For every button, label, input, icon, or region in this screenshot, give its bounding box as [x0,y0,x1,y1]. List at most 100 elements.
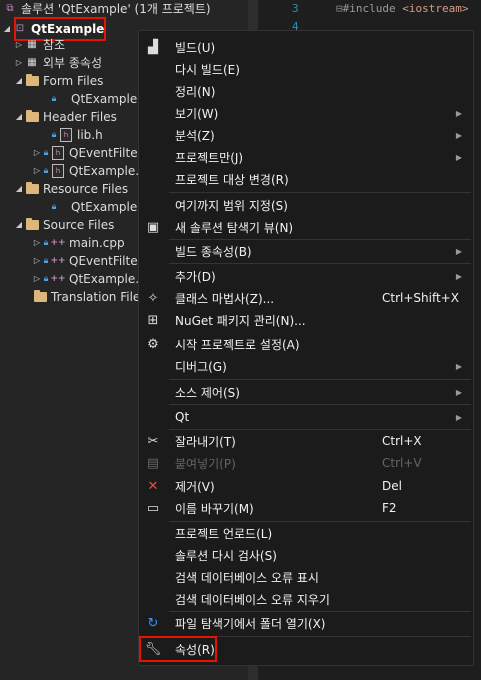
menu-item-label: 붙여넣기(P) [175,456,236,471]
line-number: 3 [292,2,299,15]
tree-item-file[interactable]: 🔒︎ h lib.h [50,126,103,144]
tree-item-label: QtExample. [71,92,142,106]
menu-shortcut: Ctrl+V [382,456,422,470]
menu-item-label: 프로젝트 언로드(L) [175,526,273,541]
tree-item-label: lib.h [77,128,103,142]
tree-item-external-deps[interactable]: ▷ ▦ 외부 종속성 [14,54,102,72]
menu-separator [169,379,471,380]
expand-arrow-icon[interactable]: ▷ [32,270,42,288]
tree-item-file[interactable]: 🔒︎ QtExample. [50,90,141,108]
menu-item-rename[interactable]: ▭ 이름 바꾸기(M) F2 [140,497,472,519]
menu-item-clear-db-errors[interactable]: 검색 데이터베이스 오류 지우기 [140,588,472,610]
expand-arrow-icon[interactable]: ▷ [14,54,24,72]
remove-icon: ✕ [147,478,159,494]
menu-item-label: 파일 탐색기에서 폴더 열기(X) [175,616,326,631]
references-icon: ▦ [27,39,37,50]
lock-icon: 🔒︎ [43,274,49,284]
collapse-arrow-icon[interactable]: ◢ [14,72,24,90]
solution-row[interactable]: ⧉ 솔루션 'QtExample' (1개 프로젝트) [2,0,210,18]
gear-icon: ⚙ [147,336,159,352]
tree-item-label: 참조 [43,38,66,52]
code-line: ⊟#include <iostream> [336,2,468,15]
menu-item-label: 클래스 마법사(Z)... [175,291,275,306]
tree-item-label: QtExample. [69,164,140,178]
collapse-arrow-icon[interactable]: ◢ [2,20,12,38]
menu-item-label: 디버그(G) [175,359,227,374]
tree-item-label: Translation File [51,290,141,304]
lock-icon: 🔒︎ [43,148,49,158]
expand-arrow-icon[interactable]: ▷ [32,144,42,162]
lock-icon: 🔒︎ [51,202,57,212]
menu-item-label: NuGet 패키지 관리(N)... [175,313,306,328]
tree-item-label: Resource Files [43,182,129,196]
folder-icon [24,218,40,232]
menu-item-show-db-errors[interactable]: 검색 데이터베이스 오류 표시 [140,566,472,588]
menu-item-scope-to-this[interactable]: 여기까지 범위 지정(S) [140,194,472,216]
tree-item-label: QEventFilte [69,146,138,160]
folder-icon [24,182,40,196]
cpp-file-icon: ++ [50,238,66,248]
menu-item-retarget[interactable]: 프로젝트 대상 변경(R) [140,168,472,190]
menu-item-paste[interactable]: ▤ 붙여넣기(P) Ctrl+V [140,452,472,474]
tree-item-source-files[interactable]: ◢ Source Files [14,216,114,234]
menu-item-nuget[interactable]: ⊞ NuGet 패키지 관리(N)... [140,309,472,331]
header-file-icon: h [58,128,74,142]
expand-arrow-icon[interactable]: ▷ [32,162,42,180]
tree-item-file[interactable]: ▷ 🔒︎ ++ main.cpp [32,234,125,252]
fold-toggle-icon[interactable]: ⊟ [336,2,343,15]
menu-item-add[interactable]: 추가(D) ▶ [140,265,472,287]
menu-item-debug[interactable]: 디버그(G) ▶ [140,355,472,377]
lock-icon: 🔒︎ [51,94,57,104]
build-icon: ▟ [148,39,158,55]
collapse-arrow-icon[interactable]: ◢ [14,216,24,234]
menu-item-open-in-explorer[interactable]: ↻ 파일 탐색기에서 폴더 열기(X) [140,612,472,634]
menu-item-clean[interactable]: 정리(N) [140,80,472,102]
menu-item-class-wizard[interactable]: ✧ 클래스 마법사(Z)... Ctrl+Shift+X [140,287,472,309]
menu-item-qt[interactable]: Qt ▶ [140,406,472,428]
expand-arrow-icon[interactable]: ▷ [14,36,24,54]
menu-item-unload-project[interactable]: 프로젝트 언로드(L) [140,522,472,544]
menu-item-rebuild[interactable]: 다시 빌드(E) [140,58,472,80]
tree-item-references[interactable]: ▷ ▦ 참조 [14,36,65,54]
tree-item-file[interactable]: ▷ 🔒︎ ++ QtExample. [32,270,139,288]
tree-item-label: Form Files [43,74,104,88]
ui-file-icon [58,92,68,106]
menu-shortcut: Del [382,479,402,493]
tree-item-form-files[interactable]: ◢ Form Files [14,72,103,90]
tree-item-file[interactable]: ▷ 🔒︎ h QtExample. [32,162,139,180]
class-wizard-icon: ✧ [147,290,159,306]
submenu-arrow-icon: ▶ [455,130,462,140]
menu-item-remove[interactable]: ✕ 제거(V) Del [140,475,472,497]
menu-item-analyze[interactable]: 분석(Z) ▶ [140,124,472,146]
collapse-arrow-icon[interactable]: ◢ [14,108,24,126]
expand-arrow-icon[interactable]: ▷ [32,234,42,252]
cpp-file-icon: ++ [50,256,66,266]
lock-icon: 🔒︎ [43,256,49,266]
folder-icon [32,290,48,304]
submenu-arrow-icon: ▶ [455,108,462,118]
expand-arrow-icon[interactable]: ▷ [32,252,42,270]
menu-item-new-explorer-view[interactable]: ▣ 새 솔루션 탐색기 뷰(N) [140,216,472,238]
menu-item-view[interactable]: 보기(W) ▶ [140,102,472,124]
qrc-file-icon [58,200,68,214]
tree-item-file[interactable]: 🔒︎ QtExample. [50,198,141,216]
submenu-arrow-icon: ▶ [455,152,462,162]
menu-item-build[interactable]: ▟ 빌드(U) [140,36,472,58]
submenu-arrow-icon: ▶ [455,271,462,281]
tree-item-file[interactable]: ▷ 🔒︎ h QEventFilte [32,144,138,162]
collapse-arrow-icon[interactable]: ◢ [14,180,24,198]
menu-item-cut[interactable]: ✂ 잘라내기(T) Ctrl+X [140,430,472,452]
menu-item-build-dependencies[interactable]: 빌드 종속성(B) ▶ [140,240,472,262]
menu-item-source-control[interactable]: 소스 제어(S) ▶ [140,381,472,403]
tree-item-header-files[interactable]: ◢ Header Files [14,108,117,126]
lock-icon: 🔒︎ [51,130,57,140]
menu-item-project-only[interactable]: 프로젝트만(J) ▶ [140,146,472,168]
menu-item-label: 프로젝트 대상 변경(R) [175,172,289,187]
submenu-arrow-icon: ▶ [455,361,462,371]
menu-item-label: 솔루션 다시 검사(S) [175,548,277,563]
menu-item-set-startup[interactable]: ⚙ 시작 프로젝트로 설정(A) [140,333,472,355]
tree-item-file[interactable]: ▷ 🔒︎ ++ QEventFilte [32,252,138,270]
tree-item-translation-files[interactable]: Translation File [32,288,140,306]
tree-item-resource-files[interactable]: ◢ Resource Files [14,180,128,198]
menu-item-rescan-solution[interactable]: 솔루션 다시 검사(S) [140,544,472,566]
